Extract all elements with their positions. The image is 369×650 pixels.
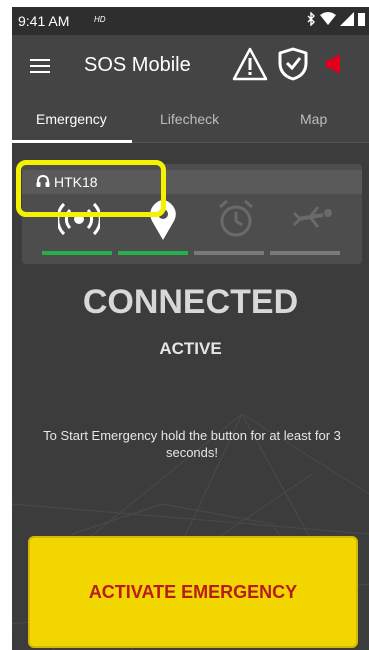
battery-icon [358, 13, 365, 26]
signal-status-bar [42, 251, 112, 255]
warning-icon[interactable] [232, 47, 268, 81]
tab-bar: Emergency Lifecheck Map [12, 97, 369, 143]
alarm-status-bar [194, 251, 264, 255]
app-bar: SOS Mobile [12, 35, 369, 97]
device-highlight-callout [16, 160, 166, 217]
connection-status: CONNECTED [82, 283, 299, 321]
menu-icon[interactable] [30, 59, 50, 73]
status-bar: 9:41 AM HD [12, 7, 369, 35]
alarm-clock-icon [219, 199, 253, 237]
shield-check-icon[interactable] [278, 47, 308, 81]
tab-lifecheck[interactable]: Lifecheck [160, 111, 219, 127]
wifi-icon [320, 12, 336, 25]
signal-icon [340, 12, 354, 26]
phone-screen: 9:41 AM HD SOS Mobile Emergency Lifechec… [12, 7, 369, 650]
app-title: SOS Mobile [84, 54, 191, 76]
speaker-icon[interactable] [322, 53, 344, 75]
emergency-instruction: To Start Emergency hold the button for a… [43, 428, 341, 460]
tab-map[interactable]: Map [300, 111, 327, 127]
man-down-icon [292, 206, 332, 228]
active-status: ACTIVE [159, 339, 222, 358]
active-tab-indicator [12, 140, 132, 143]
man-down-status-bar [270, 251, 340, 255]
location-status-bar [118, 251, 188, 255]
tab-emergency[interactable]: Emergency [36, 111, 107, 127]
status-icons [306, 12, 365, 26]
status-hd-label: HD [94, 15, 106, 24]
emergency-panel: HTK18 CONNECTED ACTIVE To Start Emergenc… [12, 144, 369, 650]
activate-emergency-button[interactable]: ACTIVATE EMERGENCY [28, 536, 358, 648]
bluetooth-icon [307, 12, 315, 26]
status-time: 9:41 AM [18, 13, 70, 29]
